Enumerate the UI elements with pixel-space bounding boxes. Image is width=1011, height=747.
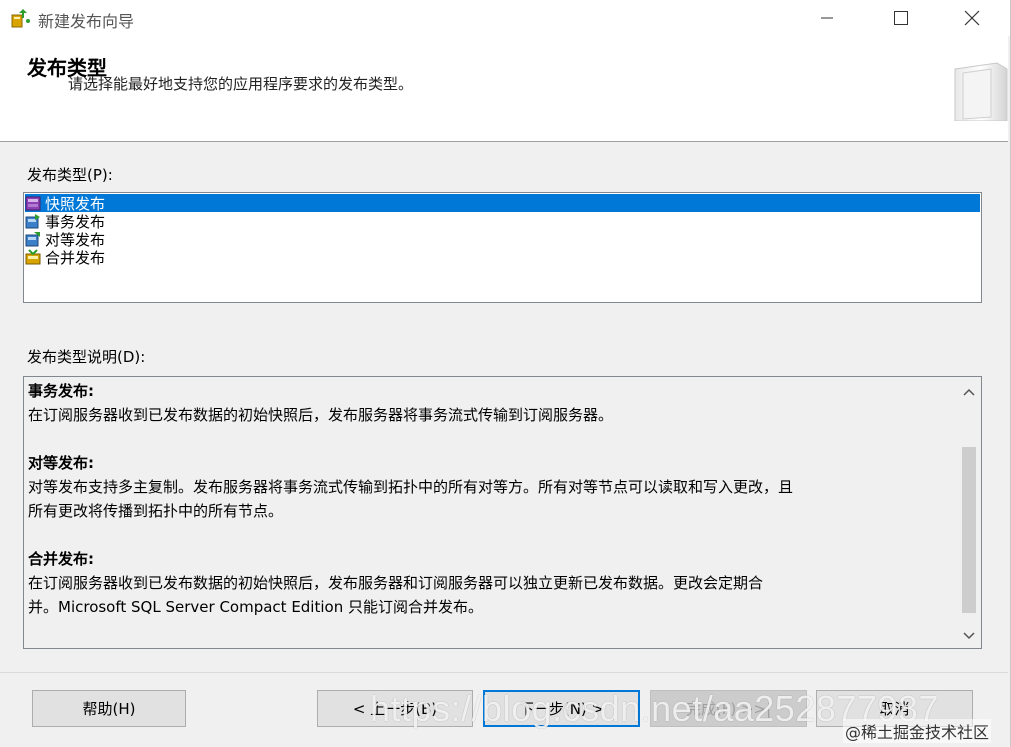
wizard-header: 发布类型 请选择能最好地支持您的应用程序要求的发布类型。 — [0, 36, 1008, 142]
app-icon — [11, 9, 30, 28]
description-line: 所有更改将传播到拓扑中的所有节点。 — [28, 502, 284, 520]
scroll-up-button[interactable] — [956, 381, 981, 403]
list-item-snapshot[interactable]: 快照发布 — [25, 194, 980, 213]
description-line: 在订阅服务器收到已发布数据的初始快照后，发布服务器将事务流式传输到订阅服务器。 — [28, 406, 614, 424]
scroll-down-button[interactable] — [956, 625, 981, 647]
description-heading: 合并发布: — [28, 550, 94, 568]
description-content: 事务发布: 在订阅服务器收到已发布数据的初始快照后，发布服务器将事务流式传输到订… — [28, 379, 948, 619]
description-scrollbar[interactable] — [956, 377, 981, 648]
page-subtitle: 请选择能最好地支持您的应用程序要求的发布类型。 — [68, 75, 414, 93]
description-line: 在订阅服务器收到已发布数据的初始快照后，发布服务器和订阅服务器可以独立更新已发布… — [28, 574, 764, 592]
chevron-down-icon — [962, 632, 975, 640]
list-item-peer-to-peer[interactable]: 对等发布 — [25, 230, 980, 249]
scroll-thumb[interactable] — [962, 447, 976, 613]
maximize-button[interactable] — [878, 0, 924, 36]
chevron-up-icon — [962, 388, 975, 396]
title-bar: 新建发布向导 — [0, 0, 1010, 36]
close-button[interactable] — [949, 0, 995, 36]
snapshot-publication-icon — [25, 196, 41, 211]
merge-publication-icon — [25, 249, 41, 265]
maximize-icon — [894, 11, 908, 25]
description-heading: 事务发布: — [28, 382, 94, 400]
help-button[interactable]: 帮助(H) — [32, 690, 186, 727]
new-publication-wizard-window: 新建发布向导 发布类型 请选择能最好地支持您的应用程序要求的发布类型。 发布类型… — [0, 0, 1011, 747]
window-title: 新建发布向导 — [38, 12, 135, 31]
description-heading: 对等发布: — [28, 454, 94, 472]
publication-description-label: 发布类型说明(D): — [27, 348, 146, 366]
footer-divider — [0, 672, 1008, 673]
publication-type-listbox[interactable]: 快照发布 事务发布 对等发布 合并发布 — [23, 192, 982, 303]
publication-type-label: 发布类型(P): — [27, 166, 113, 184]
transactional-publication-icon — [25, 214, 40, 229]
list-item-transactional[interactable]: 事务发布 — [25, 212, 980, 231]
community-watermark: @稀土掘金技术社区 — [843, 719, 992, 743]
publication-description-textbox[interactable]: 事务发布: 在订阅服务器收到已发布数据的初始快照后，发布服务器将事务流式传输到订… — [23, 376, 982, 649]
description-line: 并。Microsoft SQL Server Compact Edition 只… — [28, 598, 483, 616]
description-line: 对等发布支持多主复制。发布服务器将事务流式传输到拓扑中的所有对等方。所有对等节点… — [28, 478, 794, 496]
list-item-merge[interactable]: 合并发布 — [25, 248, 980, 267]
wizard-banner-icon — [954, 62, 1008, 121]
list-item-label: 合并发布 — [45, 248, 106, 267]
minimize-button[interactable] — [804, 0, 850, 36]
close-icon — [964, 10, 980, 26]
minimize-icon — [821, 17, 833, 19]
peer-to-peer-publication-icon — [25, 232, 40, 247]
